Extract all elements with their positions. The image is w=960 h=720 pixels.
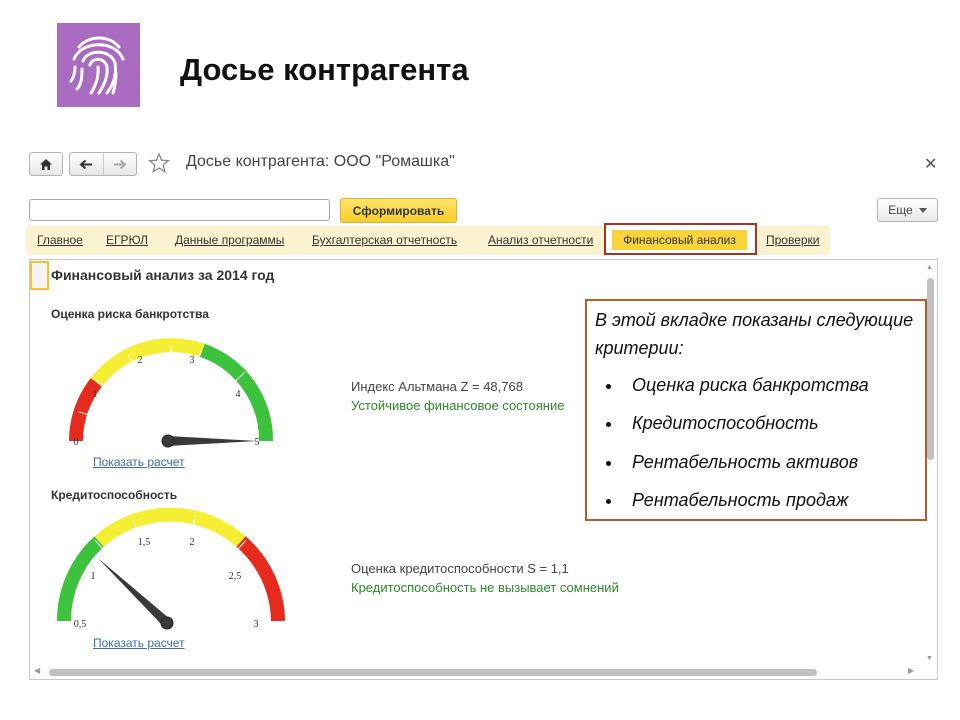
bankruptcy-gauge: 0 1 2 3 4 5 (69, 338, 274, 448)
callout-item: Оценка риска банкротства (632, 375, 869, 395)
generate-button[interactable]: Сформировать (340, 198, 457, 223)
callout-item: Кредитоспособность (632, 413, 819, 433)
back-button[interactable] (70, 153, 103, 175)
section-title: Финансовый анализ за 2014 год (51, 267, 275, 283)
more-button[interactable]: Еще (877, 198, 938, 222)
more-button-label: Еще (888, 203, 913, 217)
forward-button[interactable] (102, 153, 137, 175)
fingerprint-logo (57, 23, 140, 107)
window-title: Досье контрагента: ООО "Ромашка" (186, 153, 455, 170)
fingerprint-icon (69, 36, 125, 95)
arrow-right-icon (113, 159, 127, 169)
callout-intro: В этой вкладке показаны следующие критер… (595, 310, 914, 358)
credit-tick-1: 1 (91, 571, 96, 582)
tab-accounting-reports[interactable]: Бухгалтерская отчетность (312, 233, 457, 247)
credit-tick-3: 2 (190, 537, 195, 548)
arrow-left-icon (79, 159, 93, 169)
section-marker (30, 261, 49, 290)
callout-item: Рентабельность продаж (632, 490, 849, 510)
credit-status: Кредитоспособность не вызывает сомнений (351, 580, 619, 595)
bankruptcy-title: Оценка риска банкротства (51, 307, 209, 321)
bankruptcy-tick-3: 3 (190, 355, 195, 366)
bullet-marker (606, 422, 611, 427)
tab-main[interactable]: Главное (37, 233, 83, 247)
slide-title: Досье контрагента (180, 52, 469, 87)
scroll-up-arrow-icon[interactable]: ▲ (926, 264, 933, 271)
scroll-down-arrow-icon[interactable]: ▼ (926, 655, 933, 662)
bankruptcy-tick-1: 1 (93, 389, 98, 400)
tab-checks[interactable]: Проверки (766, 233, 820, 247)
callout-item: Рентабельность активов (632, 452, 859, 472)
home-button[interactable] (29, 152, 63, 176)
scroll-left-arrow-icon[interactable]: ◀ (34, 666, 40, 675)
vertical-scrollbar[interactable] (927, 278, 934, 460)
bankruptcy-status: Устойчивое финансовое состояние (351, 398, 565, 413)
horizontal-scrollbar[interactable] (49, 669, 817, 676)
credit-title: Кредитоспособность (51, 488, 178, 502)
bankruptcy-show-calc-link[interactable]: Показать расчет (93, 455, 185, 469)
search-input[interactable] (29, 199, 330, 221)
credit-tick-2: 1,5 (138, 537, 151, 548)
chevron-down-icon (918, 207, 927, 213)
credit-tick-0: 0,5 (74, 619, 87, 630)
history-navigation (69, 152, 137, 176)
tab-program-data[interactable]: Данные программы (175, 233, 284, 247)
credit-gauge: 0,5 1 1,5 2 2,5 3 (56, 507, 285, 630)
credit-tick-4: 2,5 (229, 571, 242, 582)
altman-index: Индекс Альтмана Z = 48,768 (351, 379, 523, 394)
bankruptcy-tick-5: 5 (255, 437, 260, 448)
bankruptcy-tick-2: 2 (138, 355, 143, 366)
credit-needle (97, 557, 174, 630)
bankruptcy-tick-0: 0 (74, 437, 79, 448)
bankruptcy-tick-4: 4 (236, 389, 241, 400)
tab-report-analysis[interactable]: Анализ отчетности (488, 233, 593, 247)
bankruptcy-needle (161, 434, 258, 448)
credit-index: Оценка кредитоспособности S = 1,1 (351, 561, 569, 576)
home-icon (40, 158, 52, 170)
close-button[interactable]: ✕ (924, 154, 937, 174)
bullet-marker (606, 384, 611, 389)
credit-tick-5: 3 (254, 619, 259, 630)
favorite-button[interactable] (148, 152, 170, 179)
star-icon (148, 152, 170, 173)
credit-show-calc-link[interactable]: Показать расчет (93, 636, 185, 650)
scroll-right-arrow-icon[interactable]: ▶ (908, 666, 914, 675)
tab-egrul[interactable]: ЕГРЮЛ (106, 233, 148, 247)
close-icon: ✕ (924, 156, 938, 173)
bullet-marker (606, 499, 611, 504)
bullet-marker (606, 461, 611, 466)
tab-financial-analysis[interactable]: Финансовый анализ (612, 230, 747, 250)
